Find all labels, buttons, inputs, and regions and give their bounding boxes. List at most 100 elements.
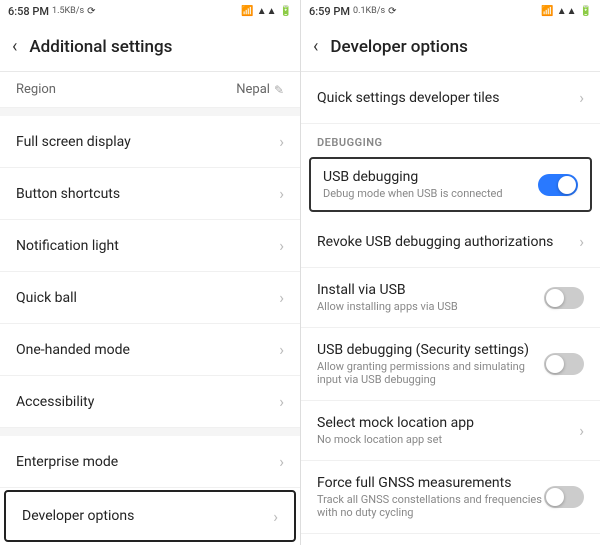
item-left: Select mock location app No mock locatio… <box>317 415 474 446</box>
item-left: Force full GNSS measurements Track all G… <box>317 475 544 519</box>
toggle-container <box>544 353 584 375</box>
item-label: Notification light <box>16 238 119 254</box>
item-label: Developer options <box>22 508 134 524</box>
region-value: Nepal ✎ <box>236 82 284 97</box>
right-sync-icon: ⟳ <box>388 6 396 17</box>
list-item[interactable]: One-handed mode › <box>0 324 300 376</box>
right-back-button[interactable]: ‹ <box>313 36 318 57</box>
toggle-container <box>544 287 584 309</box>
chevron-icon: › <box>579 88 584 107</box>
chevron-icon: › <box>579 232 584 251</box>
item-left: Install via USB Allow installing apps vi… <box>317 282 458 313</box>
item-label: One-handed mode <box>16 342 130 358</box>
left-status-bar: 6:58 PM 1.5KB/s ⟳ 📶 ▲▲ 🔋 <box>0 0 300 22</box>
item-label: Quick ball <box>16 290 77 306</box>
chevron-icon: › <box>279 288 284 307</box>
item-sublabel: Allow granting permissions and simulatin… <box>317 360 544 386</box>
usb-debugging-item[interactable]: USB debugging Debug mode when USB is con… <box>309 157 592 212</box>
item-label: USB debugging <box>323 169 530 185</box>
left-time: 6:58 PM <box>8 5 49 18</box>
toggle-knob <box>546 355 564 373</box>
left-status-left: 6:58 PM 1.5KB/s ⟳ <box>8 5 96 18</box>
left-phone-panel: 6:58 PM 1.5KB/s ⟳ 📶 ▲▲ 🔋 ‹ Additional se… <box>0 0 300 545</box>
view-attribute-item[interactable]: Enable view attribute inspection <box>301 534 600 545</box>
developer-options-item[interactable]: Developer options › <box>4 490 296 542</box>
item-label: USB debugging (Security settings) <box>317 342 544 358</box>
right-status-right: 📶 ▲▲ 🔋 <box>541 6 592 17</box>
usb-debug-toggle[interactable] <box>538 174 578 196</box>
right-data-info: 0.1KB/s <box>353 6 385 16</box>
quick-settings-tiles-item[interactable]: Quick settings developer tiles › <box>301 72 600 124</box>
item-label: Revoke USB debugging authorizations <box>317 234 553 250</box>
list-item[interactable]: Full screen display › <box>0 116 300 168</box>
edit-icon: ✎ <box>274 83 284 97</box>
right-status-bar: 6:59 PM 0.1KB/s ⟳ 📶 ▲▲ 🔋 <box>301 0 600 22</box>
usb-debugging-security-item[interactable]: USB debugging (Security settings) Allow … <box>301 328 600 401</box>
item-label: Select mock location app <box>317 415 474 431</box>
item-sublabel: Track all GNSS constellations and freque… <box>317 493 544 519</box>
left-wifi-icon: ▲▲ <box>257 6 277 17</box>
chevron-icon: › <box>279 184 284 203</box>
toggle-container <box>544 486 584 508</box>
toggle-knob <box>546 488 564 506</box>
region-row[interactable]: Region Nepal ✎ <box>0 72 300 108</box>
item-label: Button shortcuts <box>16 186 120 202</box>
usb-debug-left: USB debugging Debug mode when USB is con… <box>323 169 530 200</box>
item-sublabel: No mock location app set <box>317 433 474 446</box>
item-label: Accessibility <box>16 394 94 410</box>
item-sublabel: Debug mode when USB is connected <box>323 187 530 200</box>
toggle-knob <box>546 289 564 307</box>
usb-security-toggle[interactable] <box>544 353 584 375</box>
item-label: Force full GNSS measurements <box>317 475 544 491</box>
chevron-icon: › <box>579 421 584 440</box>
install-via-usb-toggle[interactable] <box>544 287 584 309</box>
left-signal-icon: 📶 <box>241 6 253 17</box>
right-signal-icon: 📶 <box>541 6 553 17</box>
chevron-icon: › <box>279 236 284 255</box>
notification-light-item[interactable]: Notification light › <box>0 220 300 272</box>
right-time: 6:59 PM <box>309 5 350 18</box>
left-page-title: Additional settings <box>29 37 172 57</box>
region-label: Region <box>16 82 56 97</box>
list-item[interactable]: Button shortcuts › <box>0 168 300 220</box>
left-data-info: 1.5KB/s <box>52 6 84 16</box>
left-battery-icon: 🔋 <box>280 6 292 17</box>
item-label: Quick settings developer tiles <box>317 90 499 106</box>
list-item[interactable]: Accessibility › <box>0 376 300 428</box>
debugging-section-header: DEBUGGING <box>301 124 600 153</box>
left-back-button[interactable]: ‹ <box>12 36 17 57</box>
gnss-item[interactable]: Force full GNSS measurements Track all G… <box>301 461 600 534</box>
usb-debug-toggle-container <box>538 174 578 196</box>
chevron-icon: › <box>279 452 284 471</box>
region-value-text: Nepal <box>236 82 270 97</box>
left-status-right: 📶 ▲▲ 🔋 <box>241 6 292 17</box>
left-sync-icon: ⟳ <box>87 6 95 17</box>
item-sublabel: Allow installing apps via USB <box>317 300 458 313</box>
right-header: ‹ Developer options <box>301 22 600 72</box>
install-via-usb-item[interactable]: Install via USB Allow installing apps vi… <box>301 268 600 328</box>
gnss-toggle[interactable] <box>544 486 584 508</box>
item-left: USB debugging (Security settings) Allow … <box>317 342 544 386</box>
item-label: Full screen display <box>16 134 131 150</box>
right-page-title: Developer options <box>330 37 467 57</box>
chevron-icon: › <box>273 507 278 526</box>
list-item[interactable]: Enterprise mode › <box>0 436 300 488</box>
left-scroll-content: Region Nepal ✎ Full screen display › But… <box>0 72 300 545</box>
right-battery-icon: 🔋 <box>580 6 592 17</box>
chevron-icon: › <box>279 340 284 359</box>
chevron-icon: › <box>279 392 284 411</box>
left-header: ‹ Additional settings <box>0 22 300 72</box>
section-divider-1 <box>0 108 300 116</box>
debugging-label: DEBUGGING <box>317 136 383 149</box>
toggle-knob <box>558 176 576 194</box>
revoke-usb-item[interactable]: Revoke USB debugging authorizations › <box>301 216 600 268</box>
list-item[interactable]: Quick ball › <box>0 272 300 324</box>
right-status-left: 6:59 PM 0.1KB/s ⟳ <box>309 5 397 18</box>
section-divider-2 <box>0 428 300 436</box>
mock-location-item[interactable]: Select mock location app No mock locatio… <box>301 401 600 461</box>
chevron-icon: › <box>279 132 284 151</box>
right-wifi-icon: ▲▲ <box>557 6 577 17</box>
right-phone-panel: 6:59 PM 0.1KB/s ⟳ 📶 ▲▲ 🔋 ‹ Developer opt… <box>300 0 600 545</box>
right-scroll-content: Quick settings developer tiles › DEBUGGI… <box>301 72 600 545</box>
item-label: Enterprise mode <box>16 454 118 470</box>
